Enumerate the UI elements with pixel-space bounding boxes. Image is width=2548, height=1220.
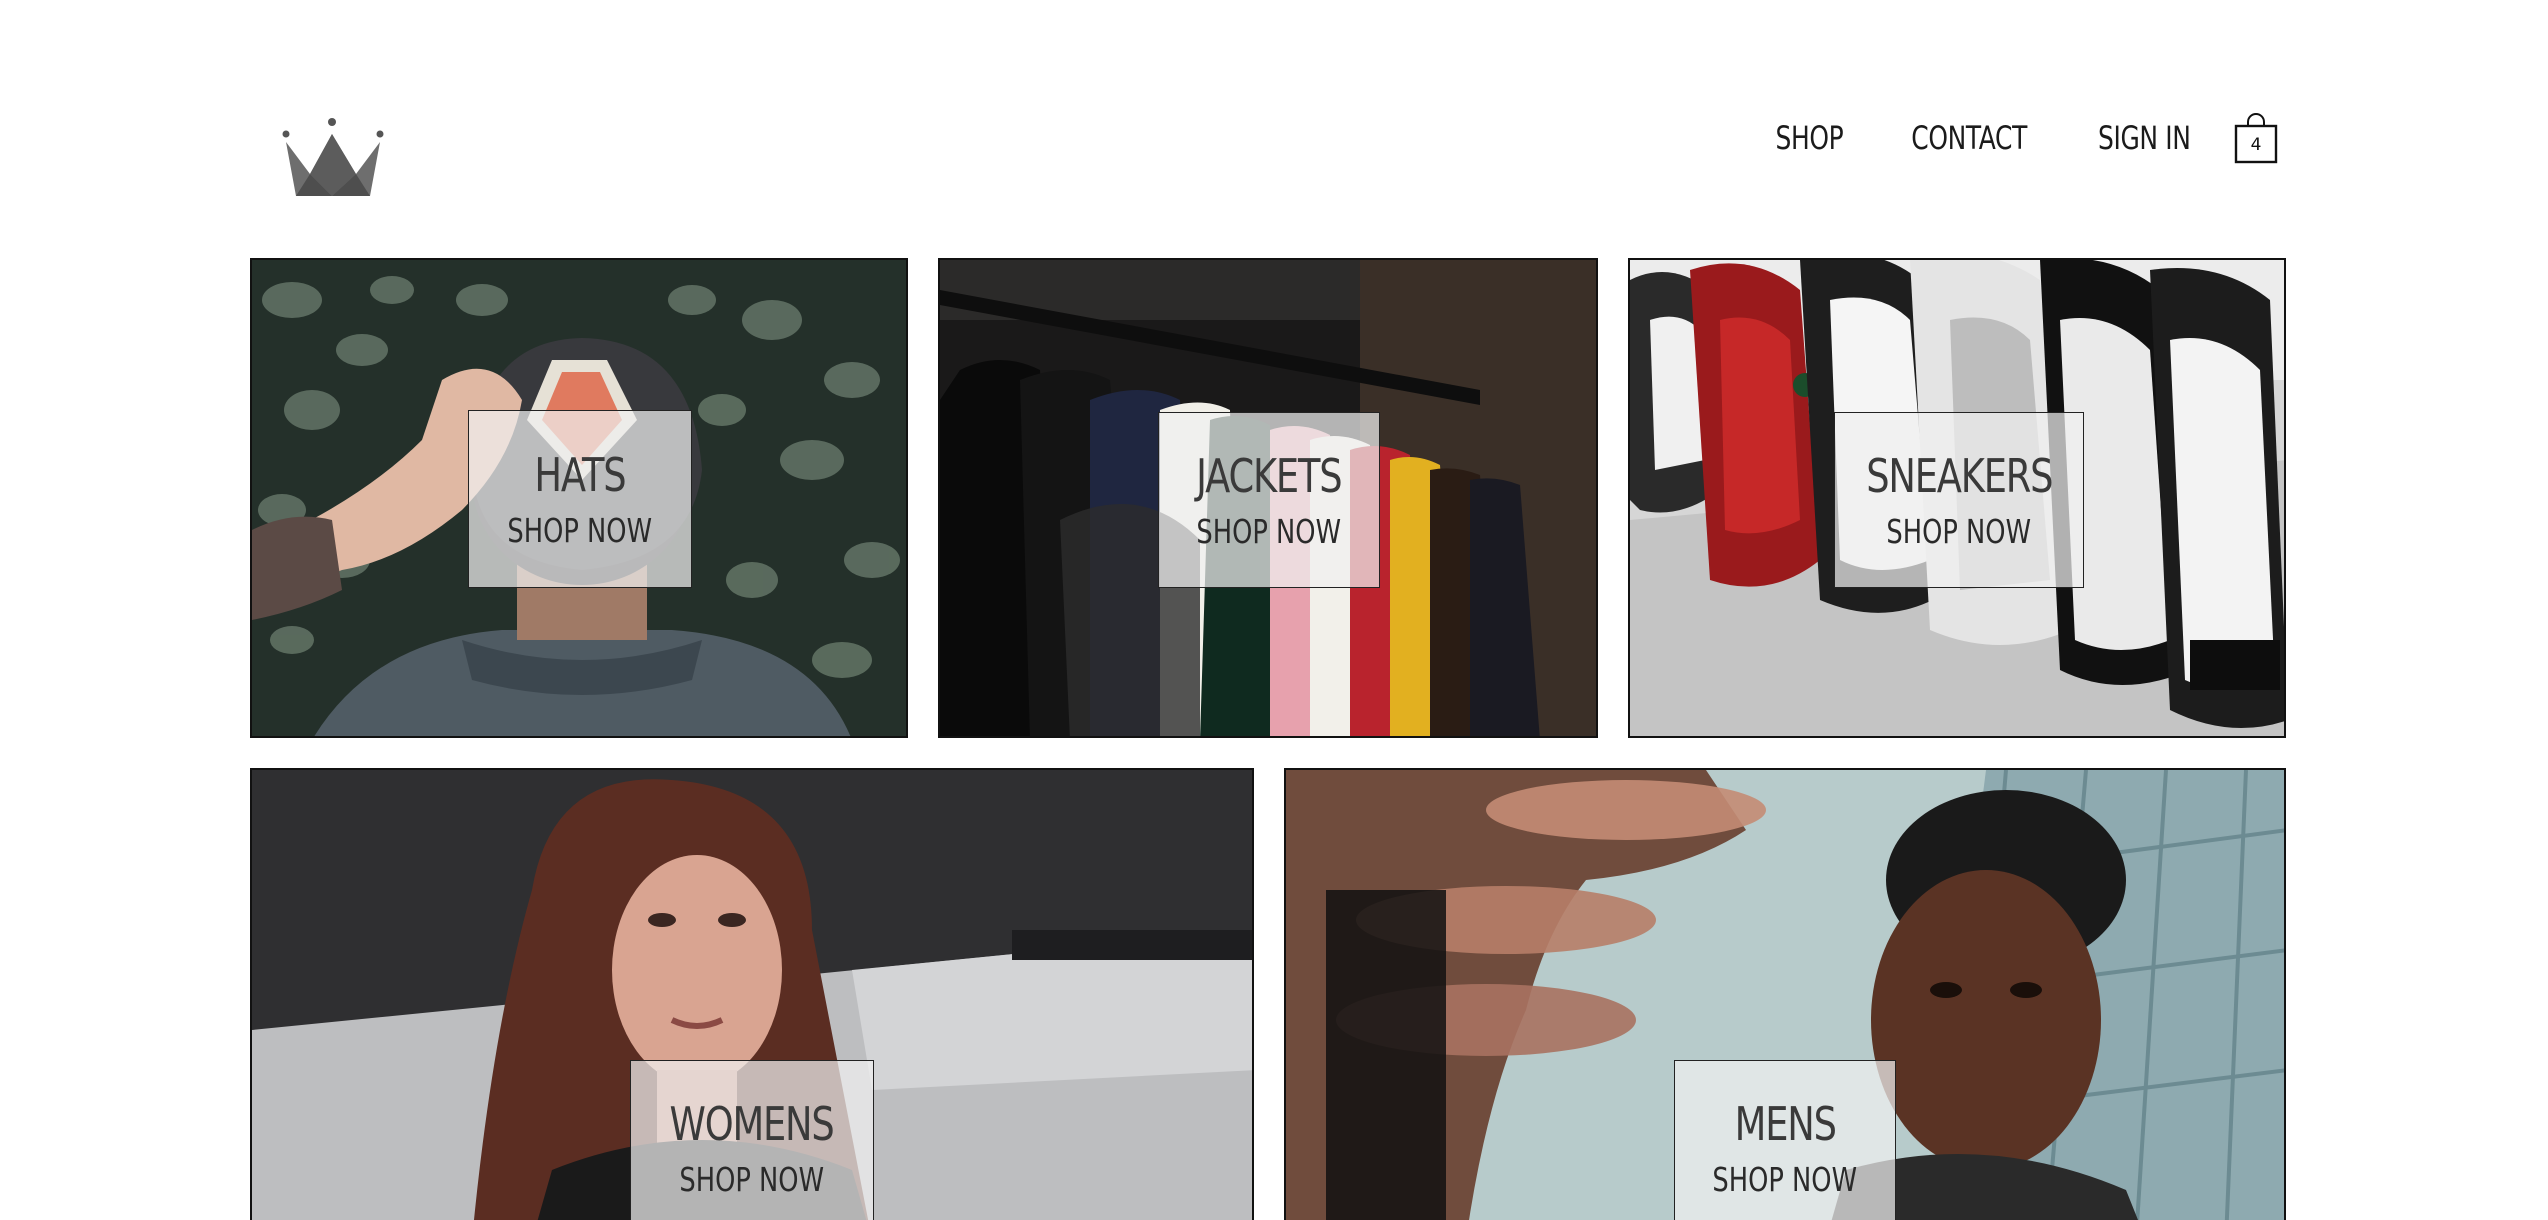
cart-button[interactable]: 4 [2234,112,2278,164]
category-title: MENS [1734,1096,1836,1151]
category-label-box: MENS SHOP NOW [1674,1060,1896,1220]
crown-logo-icon[interactable] [282,116,386,200]
category-label-box: JACKETS SHOP NOW [1158,412,1380,588]
nav-shop-link[interactable]: SHOP [1776,119,1844,157]
shop-now-link[interactable]: SHOP NOW [1713,1163,1858,1196]
shop-now-link[interactable]: SHOP NOW [1197,515,1342,548]
category-tile-sneakers[interactable]: SNEAKERS SHOP NOW [1628,258,2286,738]
main-nav: SHOP CONTACT SIGN IN 4 [1754,112,2278,164]
category-tile-hats[interactable]: HATS SHOP NOW [250,258,908,738]
category-tile-womens[interactable]: WOMENS SHOP NOW [250,768,1254,1220]
nav-contact-link[interactable]: CONTACT [1912,119,2028,157]
shop-now-link[interactable]: SHOP NOW [680,1163,825,1196]
nav-sign-in-link[interactable]: SIGN IN [2099,119,2192,157]
page: SHOP CONTACT SIGN IN 4 HATS SHOP NOW JAC… [0,0,2548,1220]
cart-count-badge: 4 [2250,135,2262,155]
shop-now-link[interactable]: SHOP NOW [1887,515,2032,548]
category-label-box: WOMENS SHOP NOW [630,1060,874,1220]
category-tile-mens[interactable]: MENS SHOP NOW [1284,768,2286,1220]
category-label-box: SNEAKERS SHOP NOW [1834,412,2084,588]
category-title: WOMENS [669,1096,835,1151]
shop-now-link[interactable]: SHOP NOW [508,514,653,547]
category-tile-jackets[interactable]: JACKETS SHOP NOW [938,258,1598,738]
category-title: JACKETS [1196,448,1342,503]
category-title: SNEAKERS [1865,448,2053,503]
category-title: HATS [534,447,626,502]
category-label-box: HATS SHOP NOW [468,410,692,588]
